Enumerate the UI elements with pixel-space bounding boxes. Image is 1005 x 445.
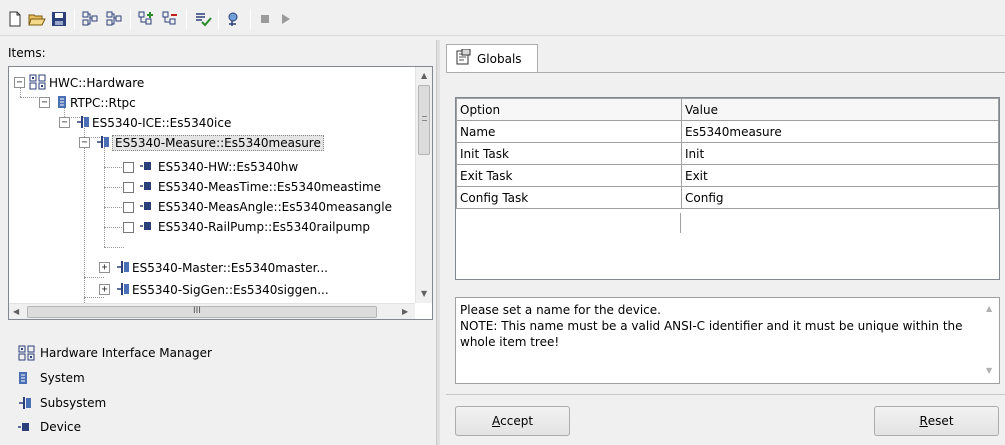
value-cell[interactable]: Init bbox=[681, 142, 999, 165]
tree-node-es5340-railpump[interactable]: ES5340-RailPump::Es5340railpump bbox=[123, 217, 370, 237]
tree-vertical-scrollbar[interactable]: ▲ ▼ bbox=[415, 67, 432, 303]
checkbox[interactable] bbox=[123, 161, 134, 173]
checkbox[interactable] bbox=[123, 181, 134, 193]
scroll-right-icon[interactable]: ▶ bbox=[402, 307, 408, 316]
tree-node-es5340-hw[interactable]: ES5340-HW::Es5340hw bbox=[123, 157, 298, 177]
value-cell[interactable]: Config bbox=[681, 186, 999, 209]
tree-node-es5340-measure[interactable]: ES5340-Measure::Es5340measure bbox=[96, 133, 324, 153]
toolbar bbox=[0, 0, 1005, 36]
options-table[interactable]: Option Value Name Es5340measure Init Tas… bbox=[455, 97, 1000, 280]
tree-node-es5340-siggen[interactable]: ES5340-SigGen::Es5340siggen... bbox=[116, 280, 329, 300]
collapse-icon[interactable]: − bbox=[59, 117, 70, 128]
scroll-up-icon[interactable]: ▲ bbox=[421, 71, 427, 80]
horizontal-scroll-thumb[interactable]: III bbox=[27, 306, 377, 318]
tree-node-es5340-measangle[interactable]: ES5340-MeasAngle::Es5340measangle bbox=[123, 197, 392, 217]
reset-button[interactable]: Reset bbox=[874, 406, 999, 436]
tree-node-rtpc[interactable]: RTPC::Rtpc bbox=[57, 93, 136, 113]
legend-subsystem: Subsystem bbox=[18, 393, 106, 413]
checkbox[interactable] bbox=[123, 221, 134, 233]
scroll-grip: III bbox=[193, 306, 201, 316]
device-icon bbox=[140, 200, 152, 214]
tree-node-es5340-meastime[interactable]: ES5340-MeasTime::Es5340meastime bbox=[123, 177, 381, 197]
scroll-left-icon[interactable]: ◀ bbox=[13, 307, 19, 316]
vertical-scroll-thumb[interactable] bbox=[418, 85, 430, 155]
add-subitem-icon[interactable] bbox=[136, 8, 158, 30]
table-row[interactable]: Exit Task Exit bbox=[456, 164, 999, 187]
column-header-value: Value bbox=[681, 98, 999, 121]
scroll-up-icon[interactable]: ▲ bbox=[986, 304, 992, 313]
legend-system: System bbox=[18, 368, 85, 388]
option-cell: Config Task bbox=[456, 186, 682, 209]
subsystem-icon bbox=[116, 282, 130, 299]
device-icon bbox=[140, 180, 152, 194]
hwm-icon bbox=[29, 74, 47, 93]
description-text: Please set a name for the device. NOTE: … bbox=[455, 297, 1000, 384]
collapse-icon[interactable]: − bbox=[14, 77, 25, 88]
open-icon[interactable] bbox=[26, 8, 48, 30]
add-item-icon[interactable] bbox=[80, 8, 102, 30]
device-icon bbox=[140, 220, 152, 234]
subsystem-icon bbox=[116, 260, 130, 277]
hwm-icon bbox=[18, 345, 40, 361]
check-icon[interactable] bbox=[192, 8, 214, 30]
pane-splitter[interactable] bbox=[436, 40, 440, 445]
table-row[interactable]: Config Task Config bbox=[456, 186, 999, 209]
tree-horizontal-scrollbar[interactable]: ◀ III ▶ bbox=[9, 303, 415, 319]
table-row[interactable]: Name Es5340measure bbox=[456, 120, 999, 143]
remove-item-icon[interactable] bbox=[104, 8, 126, 30]
subsystem-icon bbox=[96, 135, 110, 152]
system-icon bbox=[57, 95, 67, 112]
option-cell: Exit Task bbox=[456, 164, 682, 187]
column-header-option: Option bbox=[456, 98, 682, 121]
option-cell: Init Task bbox=[456, 142, 682, 165]
option-cell: Name bbox=[456, 120, 682, 143]
globals-icon bbox=[455, 48, 471, 68]
expand-icon[interactable]: + bbox=[99, 284, 110, 295]
value-cell[interactable]: Exit bbox=[681, 164, 999, 187]
subsystem-icon bbox=[18, 396, 40, 410]
checkbox[interactable] bbox=[123, 201, 134, 213]
item-tree[interactable]: − HWC::Hardware − RTPC::Rtpc − ES5340-IC… bbox=[8, 66, 433, 320]
table-header-row: Option Value bbox=[456, 98, 999, 121]
tree-node-hardware[interactable]: HWC::Hardware bbox=[29, 73, 144, 93]
accept-button[interactable]: Accept bbox=[455, 406, 570, 436]
system-icon bbox=[18, 371, 40, 385]
new-icon[interactable] bbox=[4, 8, 26, 30]
scroll-down-icon[interactable]: ▼ bbox=[986, 366, 992, 375]
stop-icon[interactable] bbox=[254, 8, 276, 30]
search-icon[interactable] bbox=[224, 8, 246, 30]
run-icon[interactable] bbox=[274, 8, 296, 30]
items-label: Items: bbox=[8, 46, 46, 60]
tree-node-es5340-master[interactable]: ES5340-Master::Es5340master... bbox=[116, 258, 328, 278]
table-row[interactable]: Init Task Init bbox=[456, 142, 999, 165]
legend-hwm: Hardware Interface Manager bbox=[18, 343, 212, 363]
save-icon[interactable] bbox=[48, 8, 70, 30]
description-scrollbar[interactable]: ▲ ▼ bbox=[982, 298, 999, 383]
legend-device: Device bbox=[18, 417, 81, 437]
expand-icon[interactable]: + bbox=[99, 262, 110, 273]
collapse-icon[interactable]: − bbox=[79, 137, 90, 148]
remove-subitem-icon[interactable] bbox=[160, 8, 182, 30]
subsystem-icon bbox=[76, 115, 90, 132]
tree-node-label: HWC::Hardware bbox=[49, 76, 145, 90]
value-cell[interactable]: Es5340measure bbox=[681, 120, 999, 143]
device-icon bbox=[140, 160, 152, 174]
device-icon bbox=[18, 422, 40, 432]
tree-node-es5340-ice[interactable]: ES5340-ICE::Es5340ice bbox=[76, 113, 231, 133]
tab-globals[interactable]: Globals bbox=[446, 44, 538, 72]
scroll-down-icon[interactable]: ▼ bbox=[421, 289, 427, 298]
collapse-icon[interactable]: − bbox=[39, 97, 50, 108]
